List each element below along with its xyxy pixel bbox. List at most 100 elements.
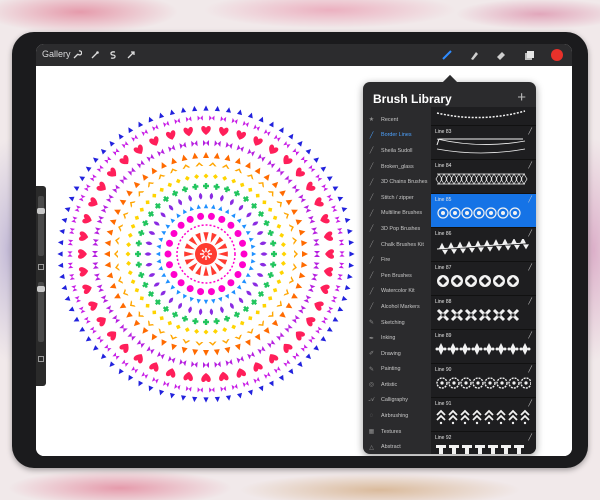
brush-name: Line 89 [435,333,452,339]
brush-name: Line 88 [435,299,452,305]
brush-set-label: Multiline Brushes [381,210,423,217]
brush-item[interactable]: Line 85 ╱ [431,194,536,228]
brush-set-icon: ╱ [369,164,374,171]
brush-item[interactable]: Line 88 ╱ [431,296,536,330]
color-swatch[interactable] [551,49,563,61]
brush-edit-icon[interactable]: ╱ [528,196,532,203]
brush-name: Line 85 [435,197,452,203]
brush-set-label: Inking [381,335,396,342]
brush-edit-icon[interactable]: ╱ [528,128,532,135]
brush-item[interactable]: Line 84 ╱ [431,160,536,194]
ipad-frame: Gallery Brush Library + ★ Recent ╱ Borde… [12,32,588,468]
brush-set-icon: ✒ [368,335,375,342]
gallery-button[interactable]: Gallery [42,49,71,59]
magic-wand-icon[interactable] [88,48,102,62]
brush-set-label: 3D Chains Brushes [381,179,428,186]
brush-size-handle[interactable] [37,208,45,214]
side-toolbar [36,186,46,386]
brush-name: Line 90 [435,367,452,373]
brush-set-label: Sketching [381,319,405,326]
brush-stroke-preview [436,110,526,119]
brush-set-item[interactable]: ╱ Chalk Brushes Kit [363,237,430,253]
brush-edit-icon[interactable]: ╱ [528,298,532,305]
brush-set-item[interactable]: ╱ 3D Chains Brushes [363,174,430,190]
brush-set-item[interactable]: ✎ Sketching [363,315,430,331]
brush-set-item[interactable]: ◎ Artistic [363,377,430,393]
brush-set-item[interactable]: ✒ Inking [363,330,430,346]
brush-sets-list: ★ Recent ╱ Border Lines ╱ Sheila Sudoll ╱ Broke… [363,112,430,454]
layers-icon[interactable] [522,48,536,62]
brush-set-item[interactable]: ╱ Border Lines [363,128,430,144]
brush-set-icon: ★ [368,117,375,124]
brush-item[interactable]: Line 87 ╱ [431,262,536,296]
brush-icon[interactable] [440,48,454,62]
wrench-icon[interactable] [70,48,84,62]
brush-set-icon: ╱ [369,273,374,280]
brush-item[interactable] [431,107,536,126]
brush-set-item[interactable]: ★ Recent [363,112,430,128]
brush-set-item[interactable]: ╱ Stitch / zipper [363,190,430,206]
brush-set-icon: △ [369,444,374,451]
brush-stroke-preview [436,445,524,454]
add-brush-button[interactable]: + [517,89,526,106]
brush-set-label: Stitch / zipper [381,194,414,201]
brush-set-label: Watercolor Kit [381,288,415,295]
brush-set-item[interactable]: △ Abstract [363,439,430,454]
brush-set-label: Chalk Brushes Kit [381,241,424,248]
brush-edit-icon[interactable]: ╱ [528,264,532,271]
brush-edit-icon[interactable]: ╱ [528,332,532,339]
brush-item[interactable]: Line 83 ╱ [431,126,536,160]
selection-icon[interactable] [106,48,120,62]
brush-item[interactable]: Line 91 ╱ [431,398,536,432]
brush-item[interactable]: Line 89 ╱ [431,330,536,364]
brush-set-item[interactable]: ╱ 3D Pop Brushes [363,221,430,237]
brush-name: Line 84 [435,163,452,169]
brush-name: Line 86 [435,231,452,237]
brush-edit-icon[interactable]: ╱ [528,366,532,373]
brush-set-icon: ▦ [368,429,375,436]
brush-set-item[interactable]: 𝒜 Calligraphy [363,393,430,409]
brush-item[interactable]: Line 90 ╱ [431,364,536,398]
brush-set-item[interactable]: ✐ Drawing [363,346,430,362]
brush-stroke-preview [436,377,531,389]
brush-item[interactable]: Line 92 ╱ [431,432,536,454]
brush-set-icon: ╱ [369,132,374,139]
brush-set-label: Calligraphy [381,397,408,404]
brush-edit-icon[interactable]: ╱ [528,230,532,237]
app-screen: Gallery Brush Library + ★ Recent ╱ Borde… [36,44,572,456]
brush-stroke-preview [435,173,528,185]
brush-edit-icon[interactable]: ╱ [528,400,532,407]
brush-set-item[interactable]: ▦ Textures [363,424,430,440]
modify-button[interactable] [38,264,44,270]
brush-set-item[interactable]: ╱ Multiline Brushes [363,206,430,222]
brush-set-label: Artistic [381,381,398,388]
brush-name: Line 83 [435,129,452,135]
brush-set-item[interactable]: ╱ Watercolor Kit [363,284,430,300]
brush-set-item[interactable]: ╱ Sheila Sudoll [363,143,430,159]
transform-arrow-icon[interactable] [124,48,138,62]
brush-set-icon: ✎ [368,366,375,373]
brush-edit-icon[interactable]: ╱ [528,434,532,441]
undo-button[interactable] [38,356,44,362]
brush-set-item[interactable]: ╱ Alcohol Markers [363,299,430,315]
brush-set-label: Painting [381,366,401,373]
brush-edit-icon[interactable]: ╱ [528,162,532,169]
brush-set-item[interactable]: ╱ Broken_glass [363,159,430,175]
brush-stroke-preview [437,207,521,219]
brush-set-item[interactable]: ✎ Painting [363,362,430,378]
brush-set-item[interactable]: ◌ Airbrushing [363,408,430,424]
top-toolbar: Gallery [36,44,572,66]
brush-size-slider[interactable] [38,196,44,256]
brush-set-icon: ╱ [369,304,374,311]
brush-item[interactable]: Line 86 ╱ [431,228,536,262]
brush-set-item[interactable]: ╱ Fire [363,252,430,268]
brush-set-icon: ✎ [368,320,375,327]
brush-library-panel: Brush Library + ★ Recent ╱ Border Lines ╱ She… [363,74,536,454]
smudge-icon[interactable] [467,48,481,62]
opacity-handle[interactable] [37,286,45,292]
eraser-icon[interactable] [494,48,508,62]
brush-stroke-preview [436,409,530,425]
brush-set-item[interactable]: ╱ Pen Brushes [363,268,430,284]
brush-set-icon: ╱ [369,226,374,233]
brush-stroke-preview [436,138,526,154]
